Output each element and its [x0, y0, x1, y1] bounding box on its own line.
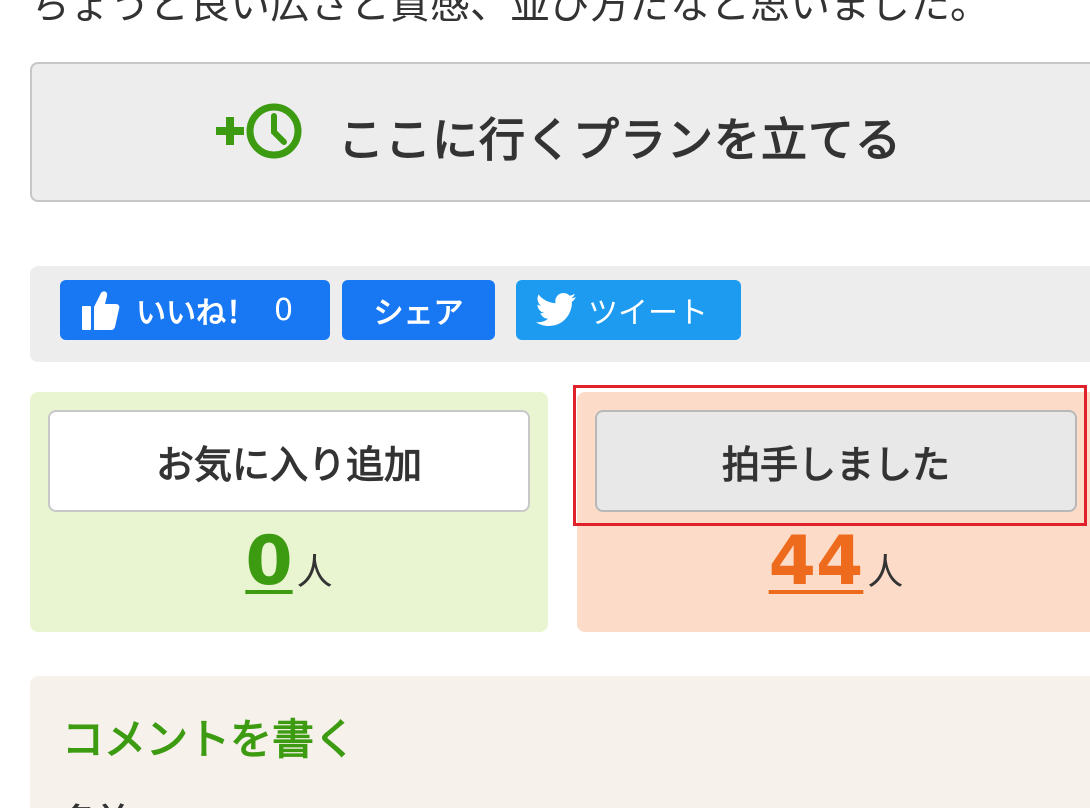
- comment-panel: コメントを書く 名前: [30, 676, 1090, 808]
- add-clock-icon: [216, 103, 302, 159]
- add-favorite-button[interactable]: お気に入り追加: [48, 410, 530, 512]
- social-share-bar: いいね！ 0 シェア ツイート: [30, 266, 1090, 362]
- clap-panel: 拍手しました 44 人: [577, 392, 1090, 632]
- favorite-panel: お気に入り追加 0人: [30, 392, 548, 632]
- comment-heading: コメントを書く: [62, 715, 357, 764]
- facebook-like-button[interactable]: いいね！ 0: [60, 280, 330, 340]
- favorite-count[interactable]: 0: [245, 522, 292, 601]
- facebook-share-button[interactable]: シェア: [342, 280, 495, 340]
- like-count: 0: [274, 292, 294, 328]
- clap-count[interactable]: 44: [769, 522, 864, 601]
- share-label: シェア: [373, 296, 464, 331]
- twitter-bird-icon: [536, 293, 576, 326]
- make-plan-label: ここに行くプランを立てる: [338, 113, 902, 167]
- favorite-count-row: 0人: [30, 522, 548, 601]
- like-label: いいね！: [136, 296, 256, 331]
- make-plan-button[interactable]: ここに行くプランを立てる: [30, 62, 1090, 202]
- comment-name-label: 名前: [62, 794, 130, 808]
- clap-count-row: 44 人: [577, 522, 1090, 601]
- favorite-count-unit: 人: [296, 552, 333, 593]
- thumbs-up-icon: [82, 291, 120, 330]
- clapped-button[interactable]: 拍手しました: [595, 410, 1077, 512]
- tweet-button[interactable]: ツイート: [516, 280, 741, 340]
- clap-count-unit: 人: [867, 552, 904, 593]
- review-text-line: ちょうど良い広さと質感、並び方だなと思いました。: [30, 0, 990, 28]
- tweet-label: ツイート: [588, 296, 708, 331]
